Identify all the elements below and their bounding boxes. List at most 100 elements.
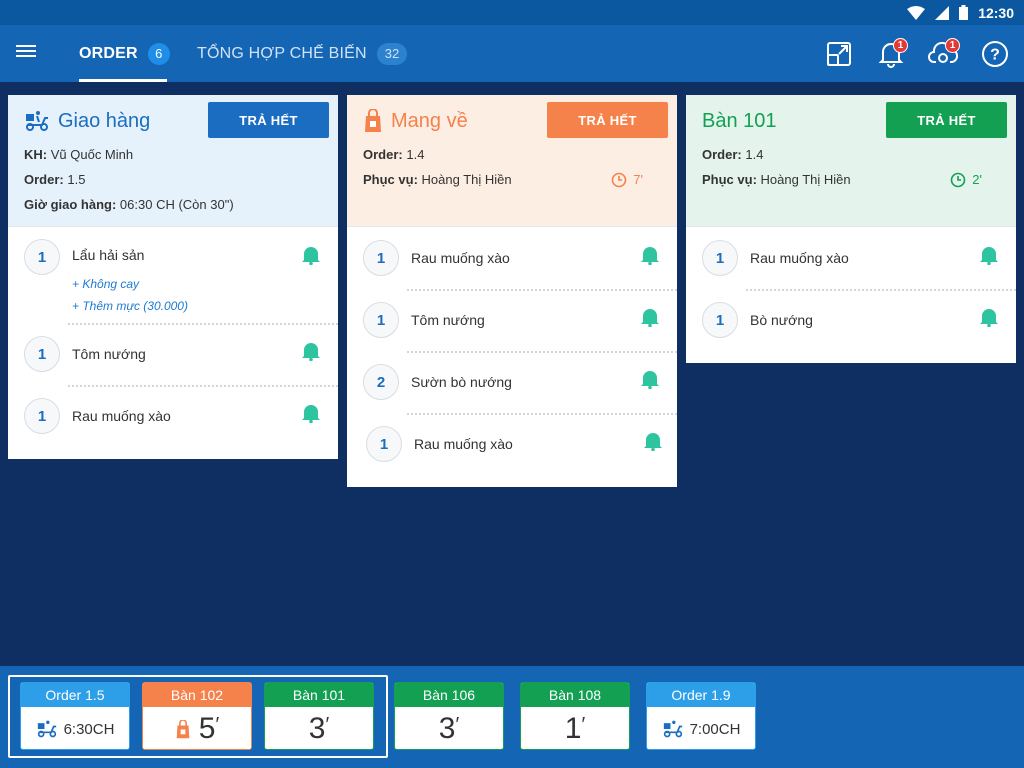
tile-header: Order 1.5 [21,683,129,707]
order-item[interactable]: 1 Tôm nướng [8,323,338,385]
order-item[interactable]: 1 Lẩu hải sản + Không cay + Thêm mực (30… [8,227,338,323]
order-card-takeaway: Mang về TRẢ HẾT Order: 1.4 Phục vụ: Hoàn… [347,95,677,487]
tile-unit: ′ [215,714,220,736]
sync-button[interactable]: 1 [926,37,960,71]
expand-button[interactable] [822,37,856,71]
wifi-icon [907,5,926,20]
queue-tile-order-1-9[interactable]: Order 1.9 7:00CH [646,682,756,750]
queue-tile-table-108[interactable]: Bàn 108 1′ [520,682,630,750]
tab-order[interactable]: ORDER 6 [79,25,170,82]
tile-header: Bàn 106 [395,683,503,707]
item-qty: 1 [24,336,60,372]
order-number: 1.4 [406,147,425,162]
item-modifier: + Không cay [72,277,140,291]
bell-icon[interactable] [644,431,662,451]
tile-minutes: 5 [198,712,216,745]
return-all-button[interactable]: TRẢ HẾT [547,102,668,138]
server-name: Hoàng Thị Hiền [760,172,851,187]
info-label: Order: [702,147,742,162]
bell-icon[interactable] [302,341,320,361]
tile-header: Bàn 102 [143,683,251,707]
return-all-button[interactable]: TRẢ HẾT [208,102,329,138]
order-items: 1 Rau muống xào 1 Tôm nướng 2 Sườn bò nư… [347,226,677,475]
clock-icon [950,172,966,187]
takeaway-bag-icon [176,719,190,738]
customer-name: Vũ Quốc Minh [50,147,134,162]
help-icon: ? [982,40,1008,67]
notifications-button[interactable]: 1 [874,37,908,71]
item-name: Tôm nướng [72,346,146,362]
info-label: Order: [363,147,403,162]
card-title-text: Bàn 101 [702,109,777,132]
server-name: Hoàng Thị Hiền [421,172,512,187]
card-title-text: Mang về [391,109,468,132]
item-name: Tôm nướng [411,312,485,328]
queue-tile-table-102[interactable]: Bàn 102 5′ [142,682,252,750]
tile-minutes: 1 [564,712,582,745]
delivery-scooter-icon [663,720,682,738]
item-qty: 1 [363,240,399,276]
delivery-scooter-icon [26,111,48,131]
battery-icon [959,5,969,20]
tile-unit: ′ [325,714,330,736]
status-bar: 12:30 [0,0,1024,25]
order-number: 1.4 [745,147,764,162]
order-item[interactable]: 1 Rau muống xào [347,413,677,475]
app-bar: ORDER 6 TỔNG HỢP CHẾ BIẾN 32 1 1 ? [0,25,1024,82]
item-qty: 1 [366,426,402,462]
bell-icon[interactable] [641,307,659,327]
card-info: Order: 1.4 Phục vụ: Hoàng Thị Hiền 7' [363,142,661,192]
return-all-button[interactable]: TRẢ HẾT [886,102,1007,138]
order-item[interactable]: 2 Sườn bò nướng [347,351,677,413]
info-label: Order: [24,172,64,187]
elapsed-time: 7' [633,172,643,187]
item-name: Rau muống xào [411,250,510,266]
tab-order-label: ORDER [79,44,138,62]
receipt-edge [347,475,677,487]
bell-icon[interactable] [980,245,998,265]
order-item[interactable]: 1 Rau muống xào [347,227,677,289]
tile-minutes: 3 [438,712,456,745]
order-items: 1 Lẩu hải sản + Không cay + Thêm mực (30… [8,226,338,447]
order-number: 1.5 [67,172,86,187]
item-name: Rau muống xào [414,436,513,452]
order-item[interactable]: 1 Tôm nướng [347,289,677,351]
menu-icon[interactable] [16,42,40,64]
sync-badge: 1 [945,37,960,53]
order-items: 1 Rau muống xào 1 Bò nướng [686,226,1016,351]
item-name: Bò nướng [750,312,813,328]
bell-icon[interactable] [302,245,320,265]
elapsed-time: 2' [972,172,982,187]
info-label: Giờ giao hàng: [24,197,117,212]
order-item[interactable]: 1 Rau muống xào [686,227,1016,289]
bell-icon[interactable] [980,307,998,327]
notification-badge: 1 [893,37,908,53]
tile-time: 6:30CH [63,720,115,738]
item-name: Rau muống xào [72,408,171,424]
help-button[interactable]: ? [978,37,1012,71]
delivery-scooter-icon [37,720,56,738]
queue-tile-table-106[interactable]: Bàn 106 3′ [394,682,504,750]
receipt-edge [686,351,1016,363]
receipt-edge [8,447,338,459]
order-item[interactable]: 1 Bò nướng [686,289,1016,351]
queue-tile-order-1-5[interactable]: Order 1.5 6:30CH [20,682,130,750]
item-name: Sườn bò nướng [411,374,512,390]
bell-icon[interactable] [641,369,659,389]
info-label: KH: [24,147,48,162]
tab-summary-label: TỔNG HỢP CHẾ BIẾN [197,44,367,62]
signal-icon [935,5,950,20]
bell-icon[interactable] [302,403,320,423]
item-name: Lẩu hải sản [72,247,145,263]
status-time: 12:30 [978,4,1014,21]
bell-icon[interactable] [641,245,659,265]
expand-icon [827,41,851,66]
tab-summary[interactable]: TỔNG HỢP CHẾ BIẾN 32 [197,25,408,82]
info-label: Phục vụ: [702,172,757,187]
item-qty: 1 [363,302,399,338]
queue-tile-table-101[interactable]: Bàn 101 3′ [264,682,374,750]
tile-minutes: 3 [308,712,326,745]
item-qty: 1 [24,398,60,434]
info-label: Phục vụ: [363,172,418,187]
order-item[interactable]: 1 Rau muống xào [8,385,338,447]
